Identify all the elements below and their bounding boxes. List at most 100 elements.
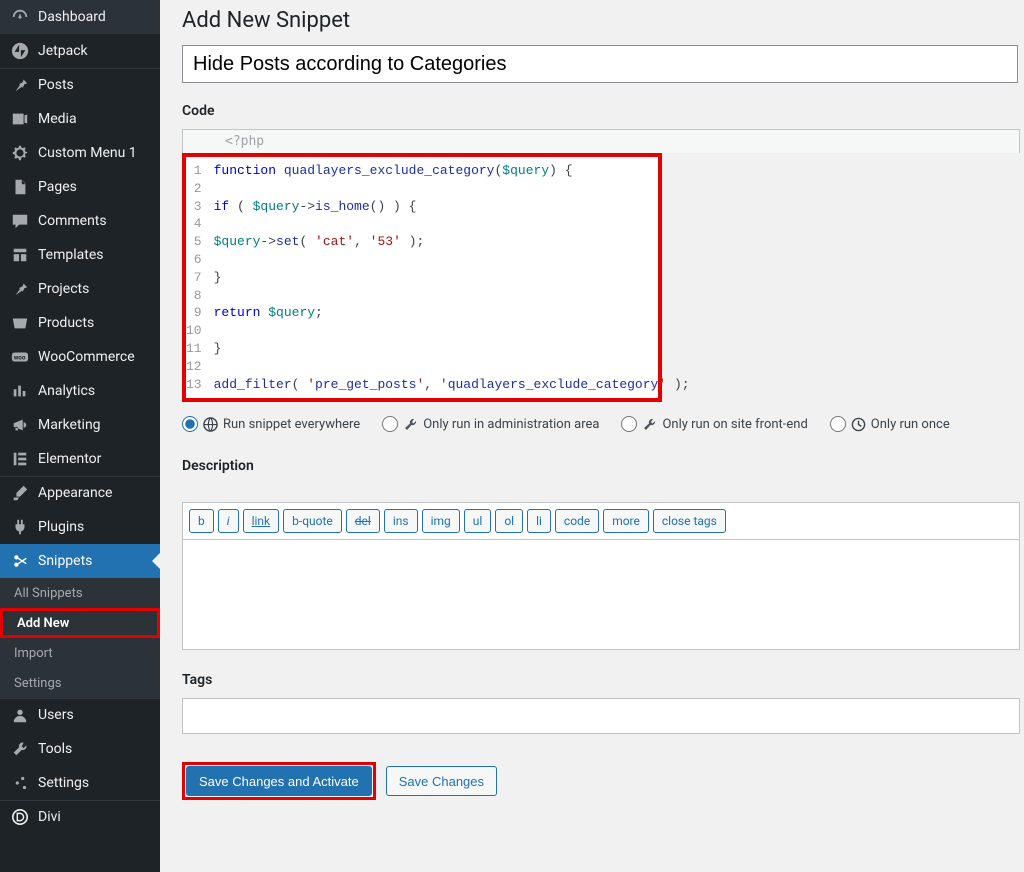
qt-btn-ul[interactable]: ul [464, 509, 492, 533]
description-section-label: Description [182, 458, 1024, 474]
sidebar-item-projects[interactable]: Projects [0, 272, 160, 306]
sidebar-item-settings[interactable]: Settings [0, 766, 160, 800]
sidebar-item-label: Jetpack [38, 43, 88, 59]
sidebar-item-comments[interactable]: Comments [0, 204, 160, 238]
sidebar-item-media[interactable]: Media [0, 102, 160, 136]
gauge-icon [10, 8, 30, 26]
tags-section-label: Tags [182, 672, 1024, 688]
sidebar-item-elementor[interactable]: Elementor [0, 442, 160, 476]
sidebar-item-label: WooCommerce [38, 349, 135, 365]
gear-icon [10, 144, 30, 162]
sidebar-item-label: Projects [38, 281, 89, 297]
qt-btn-b-quote[interactable]: b-quote [283, 509, 342, 533]
sidebar-item-pages[interactable]: Pages [0, 170, 160, 204]
scope-once[interactable]: Only run once [830, 416, 950, 432]
scope-everywhere-radio[interactable] [182, 416, 198, 432]
sidebar-item-label: Dashboard [38, 9, 106, 25]
pin-icon [10, 76, 30, 94]
sidebar-item-label: Products [38, 315, 94, 331]
media-icon [10, 110, 30, 128]
sidebar-item-woocommerce[interactable]: WooCommerce [0, 340, 160, 374]
main-content: Add New Snippet Code <?php 1234567891011… [160, 0, 1024, 872]
save-button[interactable]: Save Changes [386, 766, 497, 796]
templates-icon [10, 246, 30, 264]
sidebar-item-marketing[interactable]: Marketing [0, 408, 160, 442]
scope-admin-label: Only run in administration area [423, 417, 599, 432]
qt-btn-link[interactable]: link [243, 509, 280, 533]
code-php-hint: <?php [182, 129, 1020, 153]
code-highlight-box: 12345678910111213 function quadlayers_ex… [182, 153, 662, 402]
sidebar-item-label: Templates [38, 247, 104, 263]
qt-btn-close-tags[interactable]: close tags [653, 509, 726, 533]
sidebar-item-label: Posts [38, 77, 74, 93]
quicktags-toolbar: bilinkb-quotedelinsimgulollicodemoreclos… [182, 502, 1020, 540]
sidebar-item-label: Elementor [38, 451, 101, 467]
sidebar-item-divi[interactable]: Divi [0, 800, 160, 834]
brush-icon [10, 484, 30, 502]
woo-icon [10, 348, 30, 366]
elementor-icon [10, 450, 30, 468]
qt-btn-b[interactable]: b [189, 509, 214, 533]
sliders-icon [10, 774, 30, 792]
qt-btn-more[interactable]: more [603, 509, 649, 533]
qt-btn-i[interactable]: i [218, 509, 239, 533]
pages-icon [10, 178, 30, 196]
sidebar-item-label: Analytics [38, 383, 95, 399]
sidebar-item-jetpack[interactable]: Jetpack [0, 34, 160, 68]
sidebar-item-label: Plugins [38, 519, 84, 535]
sidebar-item-label: Marketing [38, 417, 101, 433]
sidebar-sub-all-snippets[interactable]: All Snippets [0, 578, 160, 608]
divi-icon [10, 808, 30, 826]
qt-btn-del[interactable]: del [346, 509, 380, 533]
sidebar-item-templates[interactable]: Templates [0, 238, 160, 272]
sidebar-item-dashboard[interactable]: Dashboard [0, 0, 160, 34]
code-editor[interactable]: 12345678910111213 function quadlayers_ex… [186, 157, 658, 398]
scope-once-radio[interactable] [830, 416, 846, 432]
sidebar-item-snippets[interactable]: Snippets [0, 544, 160, 578]
megaphone-icon [10, 416, 30, 434]
sidebar-sub-add-new[interactable]: Add New [0, 608, 160, 638]
sidebar-item-label: Users [38, 707, 74, 723]
qt-btn-ol[interactable]: ol [495, 509, 523, 533]
qt-btn-img[interactable]: img [422, 509, 460, 533]
scope-everywhere[interactable]: Run snippet everywhere [182, 416, 360, 432]
sidebar-sub-import[interactable]: Import [0, 638, 160, 668]
scope-front[interactable]: Only run on site front-end [621, 416, 807, 432]
wrench-icon [642, 417, 657, 432]
sidebar-item-appearance[interactable]: Appearance [0, 476, 160, 510]
sidebar-item-posts[interactable]: Posts [0, 68, 160, 102]
sidebar-item-plugins[interactable]: Plugins [0, 510, 160, 544]
sidebar-sub-settings[interactable]: Settings [0, 668, 160, 698]
scissors-icon [10, 552, 30, 570]
qt-btn-ins[interactable]: ins [384, 509, 418, 533]
snippet-title-input[interactable] [182, 45, 1018, 83]
admin-sidebar: Dashboard Jetpack Posts Media Custom Menu 1 P… [0, 0, 160, 872]
tags-input[interactable] [182, 698, 1020, 734]
sidebar-item-products[interactable]: Products [0, 306, 160, 340]
sidebar-item-label: Pages [38, 179, 77, 195]
code-section-label: Code [182, 103, 1024, 119]
sidebar-item-label: Snippets [38, 553, 92, 569]
scope-front-radio[interactable] [621, 416, 637, 432]
sidebar-item-custom-menu-1[interactable]: Custom Menu 1 [0, 136, 160, 170]
sidebar-item-tools[interactable]: Tools [0, 732, 160, 766]
scope-admin-radio[interactable] [382, 416, 398, 432]
sidebar-item-users[interactable]: Users [0, 698, 160, 732]
sidebar-item-label: Appearance [38, 485, 112, 501]
code-editor-container: <?php 12345678910111213 function quadlay… [182, 129, 1020, 402]
sidebar-item-label: Divi [38, 809, 61, 825]
sidebar-item-label: Media [38, 111, 77, 127]
page-title: Add New Snippet [182, 0, 1024, 45]
plug-icon [10, 518, 30, 536]
qt-btn-li[interactable]: li [527, 509, 551, 533]
description-textarea[interactable] [182, 540, 1020, 650]
save-activate-highlight: Save Changes and Activate [182, 762, 376, 800]
sidebar-item-label: Comments [38, 213, 107, 229]
sidebar-item-analytics[interactable]: Analytics [0, 374, 160, 408]
save-activate-button[interactable]: Save Changes and Activate [186, 766, 372, 796]
scope-admin[interactable]: Only run in administration area [382, 416, 599, 432]
jetpack-icon [10, 42, 30, 60]
sidebar-item-label: Tools [38, 741, 72, 757]
qt-btn-code[interactable]: code [555, 509, 599, 533]
scope-options: Run snippet everywhere Only run in admin… [182, 402, 1020, 438]
